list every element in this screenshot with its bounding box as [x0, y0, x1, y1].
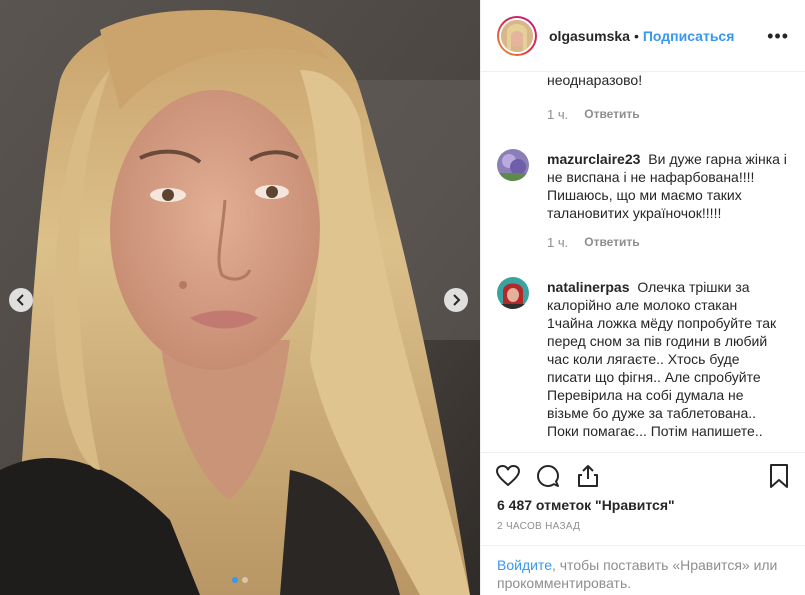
login-link[interactable]: Войдите	[497, 557, 552, 573]
carousel-dot-active	[232, 577, 238, 583]
post-header: olgasumska • Подписаться •••	[481, 0, 805, 72]
comment-time[interactable]: 1 ч.	[547, 235, 568, 250]
header-separator: •	[633, 27, 639, 44]
comment-time[interactable]: 1 ч.	[547, 107, 568, 122]
more-options-icon[interactable]: •••	[767, 27, 789, 45]
chevron-right-icon	[453, 294, 461, 306]
author-avatar[interactable]	[497, 15, 537, 56]
carousel-prev-button[interactable]	[9, 288, 33, 312]
post-side-panel: olgasumska • Подписаться ••• неоднаразов…	[480, 0, 805, 595]
comments-list[interactable]: неоднаразово! 1 ч. Ответить mazurclaire2…	[481, 73, 805, 451]
like-icon[interactable]	[495, 463, 521, 489]
comment-meta: 1 ч. Ответить	[547, 235, 640, 250]
post-photo[interactable]	[0, 0, 480, 595]
selfie-image	[0, 0, 480, 595]
commenter-username[interactable]: natalinerpas	[547, 279, 629, 295]
comment-body: неоднаразово!	[547, 73, 643, 88]
chevron-left-icon	[16, 294, 24, 306]
author-avatar-image	[501, 19, 533, 52]
commenter-avatar-image	[497, 149, 529, 181]
share-icon[interactable]	[575, 463, 601, 489]
carousel-dot	[242, 577, 248, 583]
comment-body: Олечка трішки за калорійно але молоко ст…	[547, 279, 777, 439]
follow-button[interactable]: Подписаться	[643, 28, 735, 44]
comment-reply-button[interactable]: Ответить	[584, 235, 639, 250]
login-prompt: Войдите, чтобы поставить «Нравится» или …	[481, 545, 805, 595]
commenter-username[interactable]: mazurclaire23	[547, 151, 640, 167]
commenter-avatar-image	[497, 277, 529, 309]
comment-text: natalinerpas Олечка трішки за калорійно …	[547, 278, 787, 440]
author-username[interactable]: olgasumska	[549, 28, 630, 44]
post-timestamp[interactable]: 2 ЧАСОВ НАЗАД	[497, 521, 580, 532]
post-actions-bar	[481, 452, 805, 498]
comment-icon[interactable]	[535, 463, 561, 489]
bookmark-icon[interactable]	[766, 463, 792, 489]
likes-count[interactable]: 6 487 отметок "Нравится"	[497, 497, 675, 513]
comment-reply-button[interactable]: Ответить	[584, 107, 639, 122]
carousel-indicator	[0, 577, 480, 583]
carousel-next-button[interactable]	[444, 288, 468, 312]
comment-meta: 1 ч. Ответить	[547, 107, 640, 122]
comment-text: mazurclaire23 Ви дуже гарна жінка і не в…	[547, 150, 787, 222]
comment-text: неоднаразово!	[547, 73, 787, 89]
commenter-avatar[interactable]	[497, 149, 529, 181]
commenter-avatar[interactable]	[497, 277, 529, 309]
